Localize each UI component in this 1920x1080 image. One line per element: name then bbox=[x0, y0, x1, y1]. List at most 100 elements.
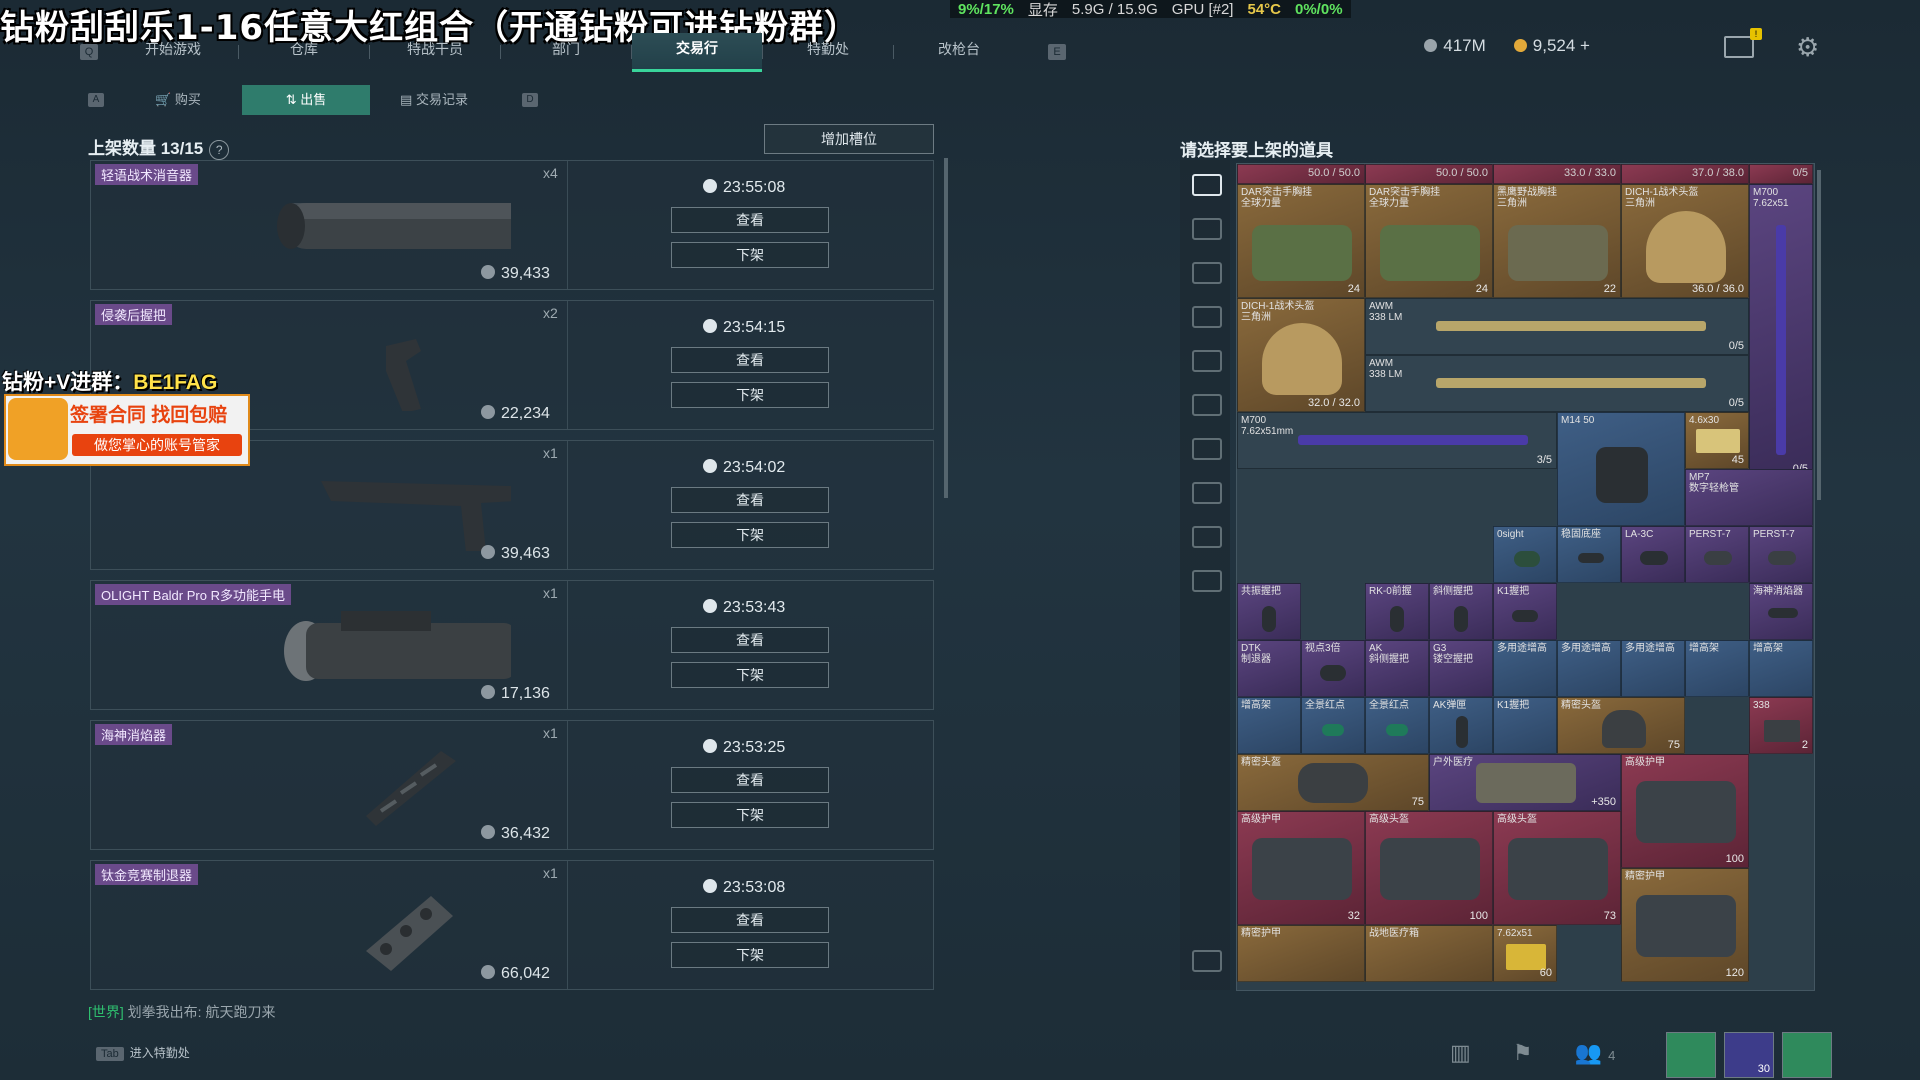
inventory-item[interactable]: 高级护甲 32 bbox=[1237, 811, 1365, 925]
flag-icon[interactable]: ⚑ bbox=[1513, 1040, 1533, 1066]
inventory-item[interactable]: DICH-1战术头盔 三角洲 36.0 / 36.0 bbox=[1621, 184, 1749, 298]
listing-scrollbar[interactable] bbox=[944, 158, 948, 498]
filter-pistol-icon[interactable] bbox=[1192, 394, 1222, 416]
remove-button[interactable]: 下架 bbox=[671, 662, 829, 688]
inventory-item[interactable]: 黑鹰野战胸挂 三角洲 22 bbox=[1493, 184, 1621, 298]
remove-button[interactable]: 下架 bbox=[671, 942, 829, 968]
inventory-item[interactable]: 增高架 bbox=[1749, 640, 1813, 697]
inventory-item[interactable]: 4.6x30 45 bbox=[1685, 412, 1749, 469]
inventory-item[interactable]: 高级护甲 100 bbox=[1621, 754, 1749, 868]
inventory-item[interactable]: M7007.62x510/5 bbox=[1749, 184, 1813, 478]
view-button[interactable]: 查看 bbox=[671, 347, 829, 373]
subtab-history[interactable]: ▤ 交易记录 bbox=[370, 85, 498, 115]
add-slot-button[interactable]: 增加槽位 bbox=[764, 124, 934, 154]
inventory-item[interactable]: LA-3C bbox=[1621, 526, 1685, 583]
inventory-item[interactable]: 户外医疗 +350 bbox=[1429, 754, 1621, 811]
view-button[interactable]: 查看 bbox=[671, 627, 829, 653]
inventory-item[interactable]: 全景红点 bbox=[1301, 697, 1365, 754]
inventory-item[interactable]: 7.62x51 60 bbox=[1493, 925, 1557, 982]
view-button[interactable]: 查看 bbox=[671, 487, 829, 513]
remove-button[interactable]: 下架 bbox=[671, 802, 829, 828]
view-button[interactable]: 查看 bbox=[671, 907, 829, 933]
inventory-item[interactable]: DAR突击手胸挂 全球力量 24 bbox=[1237, 184, 1365, 298]
inventory-item[interactable]: 稳固底座 bbox=[1557, 526, 1621, 583]
help-icon[interactable]: ? bbox=[209, 140, 230, 160]
item-label: 338 bbox=[1753, 700, 1770, 711]
item-label: M700 7.62x51 bbox=[1753, 187, 1789, 209]
inventory-item[interactable]: MP7 数字轻枪管 bbox=[1685, 469, 1813, 526]
gear-icon[interactable]: ⚙ bbox=[1796, 32, 1819, 63]
inventory-item[interactable]: AK 斜侧握把 bbox=[1365, 640, 1429, 697]
layers-icon[interactable] bbox=[1192, 950, 1222, 972]
tab-warehouse[interactable]: 仓库 bbox=[239, 34, 369, 70]
remove-button[interactable]: 下架 bbox=[671, 522, 829, 548]
quick-slot[interactable]: 30 bbox=[1724, 1032, 1774, 1078]
inventory-item[interactable]: PERST-7 bbox=[1685, 526, 1749, 583]
remove-button[interactable]: 下架 bbox=[671, 382, 829, 408]
filter-ammo-icon[interactable] bbox=[1192, 570, 1222, 592]
filter-shotgun-icon[interactable] bbox=[1192, 306, 1222, 328]
inventory-item[interactable]: K1握把 bbox=[1493, 697, 1557, 754]
inventory-item[interactable]: 增高架 bbox=[1685, 640, 1749, 697]
inventory-item[interactable]: AWM 338 LM 0/5 bbox=[1365, 355, 1749, 412]
filter-armor-icon[interactable] bbox=[1192, 438, 1222, 460]
inventory-item[interactable]: DICH-1战术头盔 三角洲 32.0 / 32.0 bbox=[1237, 298, 1365, 412]
quick-slot[interactable] bbox=[1782, 1032, 1832, 1078]
inventory-item[interactable]: 战地医疗箱 bbox=[1365, 925, 1493, 982]
inventory-item[interactable]: 精密头盔 75 bbox=[1557, 697, 1685, 754]
inventory-item[interactable]: AWM 338 LM 0/5 bbox=[1365, 298, 1749, 355]
inventory-item[interactable]: DTK 制退器 bbox=[1237, 640, 1301, 697]
subtab-sell[interactable]: ⇅ 出售 bbox=[242, 85, 370, 115]
item-price-value: 39,463 bbox=[501, 545, 550, 562]
inventory-item[interactable]: 多用途增高 bbox=[1557, 640, 1621, 697]
filter-smg-icon[interactable] bbox=[1192, 262, 1222, 284]
filter-sniper-icon[interactable] bbox=[1192, 350, 1222, 372]
inventory-item[interactable]: 高级头盔 73 bbox=[1493, 811, 1621, 925]
inventory-item[interactable]: K1握把 bbox=[1493, 583, 1557, 640]
gold-balance[interactable]: 9,524 + bbox=[1513, 36, 1590, 56]
view-button[interactable]: 查看 bbox=[671, 207, 829, 233]
grip-icon bbox=[1262, 606, 1276, 632]
inventory-item[interactable]: 0sight bbox=[1493, 526, 1557, 583]
inventory-item[interactable]: 多用途增高 bbox=[1621, 640, 1685, 697]
tab-gunsmith[interactable]: 改枪台 bbox=[894, 34, 1024, 70]
friends-button[interactable]: 👥 4 bbox=[1575, 1040, 1616, 1066]
filter-rifle-icon[interactable] bbox=[1192, 218, 1222, 240]
filter-attachment-icon[interactable] bbox=[1192, 526, 1222, 548]
tab-operators[interactable]: 特战干员 bbox=[370, 34, 500, 70]
inventory-item[interactable]: 增高架 bbox=[1237, 697, 1301, 754]
inventory-item[interactable]: G3 镂空握把 bbox=[1429, 640, 1493, 697]
inventory-item[interactable]: 共振握把 bbox=[1237, 583, 1301, 640]
inventory-item[interactable]: 全景红点 bbox=[1365, 697, 1429, 754]
inventory-item[interactable]: DAR突击手胸挂 全球力量 24 bbox=[1365, 184, 1493, 298]
tab-trading[interactable]: 交易行 bbox=[632, 32, 762, 72]
all-items-icon[interactable] bbox=[1192, 174, 1222, 196]
inventory-item[interactable]: 高级头盔 100 bbox=[1365, 811, 1493, 925]
inventory-item[interactable]: M700 7.62x51mm 3/5 bbox=[1237, 412, 1557, 469]
inventory-item[interactable]: M14 50 bbox=[1557, 412, 1685, 526]
quick-slot[interactable] bbox=[1666, 1032, 1716, 1078]
inventory-item[interactable]: 视点3倍 bbox=[1301, 640, 1365, 697]
inventory-item[interactable]: 精密头盔 75 bbox=[1237, 754, 1429, 811]
item-quantity: x1 bbox=[543, 585, 558, 601]
item-label: 精密头盔 bbox=[1561, 700, 1601, 711]
inventory-item[interactable]: AK弹匣 bbox=[1429, 697, 1493, 754]
inventory-item[interactable]: 精密护甲 120 bbox=[1621, 868, 1749, 982]
tab-hint[interactable]: Tab 进入特勤处 bbox=[96, 1044, 190, 1061]
view-button[interactable]: 查看 bbox=[671, 767, 829, 793]
inventory-item[interactable]: 精密护甲 bbox=[1237, 925, 1365, 982]
tab-special-ops[interactable]: 特勤处 bbox=[763, 34, 893, 70]
inventory-item[interactable]: PERST-7 bbox=[1749, 526, 1813, 583]
inventory-scrollbar[interactable] bbox=[1817, 170, 1821, 500]
inventory-item[interactable]: 海神消焰器 bbox=[1749, 583, 1813, 640]
inventory-item[interactable]: 338 2 bbox=[1749, 697, 1813, 754]
inventory-item[interactable]: 斜侧握把 bbox=[1429, 583, 1493, 640]
inventory-item[interactable]: 多用途增高 bbox=[1493, 640, 1557, 697]
subtab-buy[interactable]: 🛒 购买 bbox=[114, 85, 242, 115]
inventory-item[interactable]: RK-0前握 bbox=[1365, 583, 1429, 640]
tab-start-game[interactable]: 开始游戏 bbox=[108, 34, 238, 70]
tab-department[interactable]: 部门 bbox=[501, 34, 631, 70]
filter-helmet-icon[interactable] bbox=[1192, 482, 1222, 504]
remove-button[interactable]: 下架 bbox=[671, 242, 829, 268]
stats-icon[interactable]: ▥ bbox=[1450, 1040, 1471, 1066]
